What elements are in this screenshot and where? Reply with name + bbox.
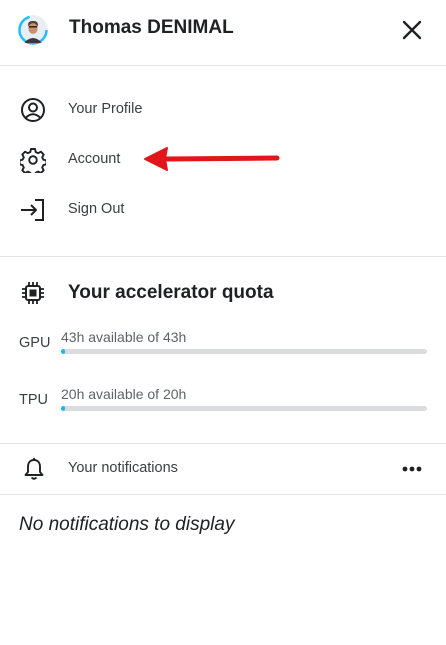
divider — [0, 256, 446, 257]
notifications-header: Your notifications — [0, 444, 446, 495]
sign-out-icon — [21, 199, 44, 221]
bell-icon — [24, 458, 44, 480]
close-icon — [402, 20, 422, 40]
tpu-label: TPU — [19, 392, 48, 408]
gpu-label: GPU — [19, 335, 51, 351]
avatar-image — [18, 15, 48, 45]
menu-item-sign-out[interactable]: Sign Out — [0, 187, 446, 233]
notifications-label: Your notifications — [68, 460, 178, 476]
menu-label-sign-out: Sign Out — [68, 201, 125, 217]
tpu-availability-text: 20h available of 20h — [61, 386, 187, 402]
user-circle-icon — [21, 98, 45, 122]
gear-icon — [20, 148, 46, 173]
tpu-progress-bar — [61, 406, 427, 411]
menu-item-your-profile[interactable]: Your Profile — [0, 87, 446, 133]
quota-title: Your accelerator quota — [68, 282, 274, 303]
gpu-availability-text: 43h available of 43h — [61, 329, 187, 345]
panel-header: Thomas DENIMAL — [0, 0, 446, 66]
user-avatar[interactable] — [18, 15, 48, 45]
menu-label-your-profile: Your Profile — [68, 101, 143, 117]
chip-icon — [22, 282, 44, 304]
gpu-progress-bar — [61, 349, 427, 354]
user-name: Thomas DENIMAL — [69, 17, 234, 38]
gpu-progress-fill — [61, 349, 65, 354]
close-button[interactable] — [398, 16, 426, 44]
annotation-arrow-icon — [144, 147, 280, 171]
notifications-more-button[interactable] — [398, 458, 426, 480]
empty-notifications-message: No notifications to display — [19, 514, 235, 535]
more-horizontal-icon — [402, 466, 422, 472]
menu-label-account: Account — [68, 151, 121, 167]
tpu-progress-fill — [61, 406, 65, 411]
